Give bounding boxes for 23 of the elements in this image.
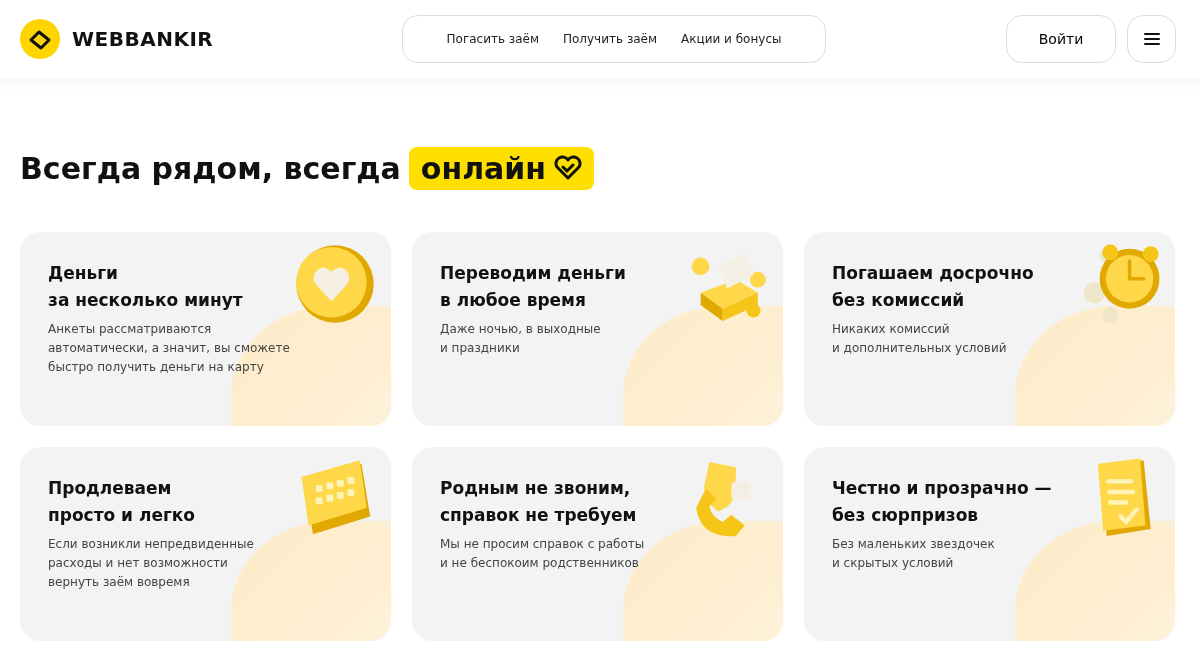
card-description: Если возникли непредвиденные расходы и нет возможности вернуть заём вовремя	[48, 536, 254, 591]
nav-link[interactable]: Акции и бонусы	[671, 32, 792, 46]
logo-icon[interactable]	[20, 19, 60, 59]
hero-title: Всегда рядом, всегда	[20, 150, 401, 186]
card-title: Погашаем досрочно без комиссий	[832, 262, 1034, 312]
nav-link[interactable]: Погасить заём	[436, 32, 549, 46]
card-title: Родным не звоним, справок не требуем	[440, 477, 637, 527]
card-description: Никаких комиссий и дополнительных условий	[832, 321, 1007, 357]
menu-icon	[1143, 33, 1160, 45]
menu-button[interactable]	[1127, 15, 1176, 63]
login-button[interactable]: Войти	[1006, 15, 1116, 63]
card-description: Анкеты рассматриваются автоматически, а значит, вы сможете быстро получить деньги на карту	[48, 321, 290, 376]
card-description: Мы не просим справок с работы и не беспокоим родственников	[440, 536, 645, 572]
card-title: Честно и прозрачно — без сюрпризов	[832, 477, 1052, 527]
heart-check-icon	[554, 155, 583, 181]
card-description: Даже ночью, в выходные и праздники	[440, 321, 601, 357]
card-title: Продлеваем просто и легко	[48, 477, 196, 527]
card-description: Без маленьких звездочек и скрытых условий	[832, 536, 995, 572]
nav-link[interactable]: Получить заём	[553, 32, 668, 46]
card-title: Деньги за несколько минут	[48, 262, 243, 312]
logo-text[interactable]: WEBBANKIR	[72, 27, 214, 51]
highlight-badge: онлайн	[408, 146, 595, 190]
card-title: Переводим деньги в любое время	[440, 262, 626, 312]
